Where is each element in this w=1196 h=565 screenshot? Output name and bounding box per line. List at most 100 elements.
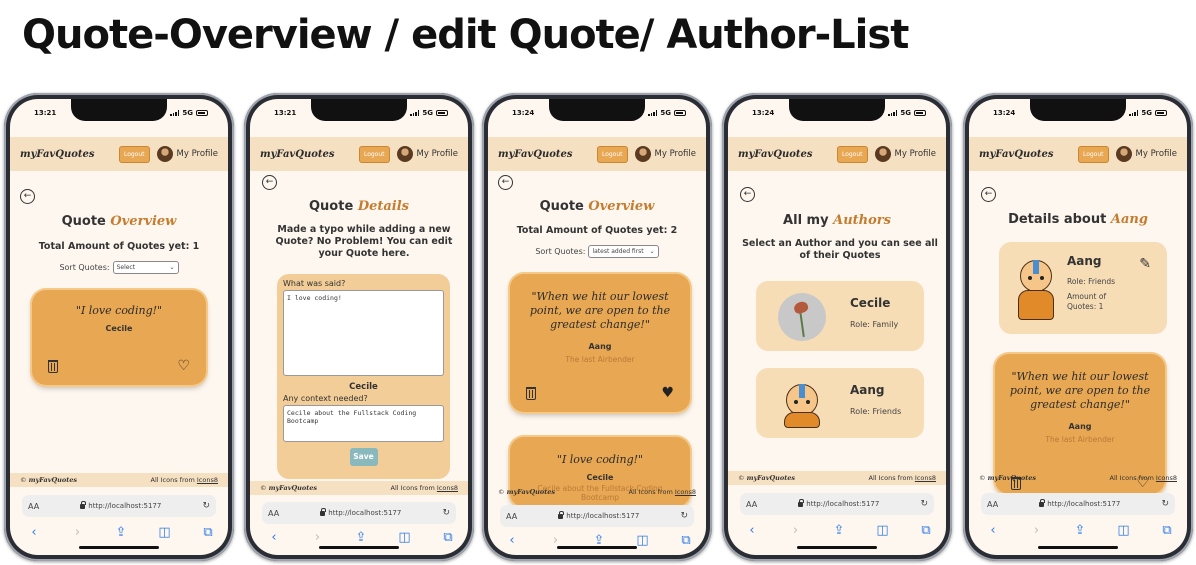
heart-filled-icon[interactable]: ♥	[661, 386, 674, 400]
quote-card[interactable]: "I love coding!" Cecile ♡	[32, 290, 206, 385]
home-indicator[interactable]	[797, 546, 877, 549]
pencil-edit-icon[interactable]: ✎	[1139, 256, 1151, 272]
battery-icon	[196, 110, 208, 116]
icons8-link[interactable]: Icons8	[197, 476, 218, 484]
share-icon[interactable]: ⇪	[831, 523, 847, 538]
trash-icon[interactable]	[526, 387, 536, 400]
avatar[interactable]	[874, 146, 891, 162]
quote-card[interactable]: "When we hit our lowest point, we are op…	[510, 274, 690, 412]
author-role: Role: Friends	[1067, 277, 1116, 286]
text-size-button[interactable]: AA	[28, 502, 39, 511]
logout-button[interactable]: Logout	[836, 145, 868, 163]
quote-text: "When we hit our lowest point, we are op…	[1009, 370, 1151, 411]
reload-icon[interactable]: ↻	[920, 499, 928, 509]
back-arrow-icon[interactable]: ←	[20, 189, 35, 204]
save-button[interactable]: Save	[349, 448, 378, 466]
browser-url-bar[interactable]: AA http://localhost:5177 ↻	[22, 495, 216, 517]
back-arrow-icon[interactable]: ←	[740, 187, 755, 202]
back-icon[interactable]: ‹	[744, 523, 760, 538]
home-indicator[interactable]	[319, 546, 399, 549]
icons8-link[interactable]: Icons8	[437, 484, 458, 492]
avatar[interactable]	[396, 146, 413, 162]
share-icon[interactable]: ⇪	[353, 530, 369, 545]
logo[interactable]: myFavQuotes	[979, 149, 1054, 160]
logo[interactable]: myFavQuotes	[498, 149, 573, 160]
reload-icon[interactable]: ↻	[680, 511, 688, 521]
browser-toolbar: ‹ › ⇪ ◫ ⧉	[26, 525, 216, 540]
quote-author: Aang	[1068, 422, 1092, 431]
footer: © myFavQuotes All Icons from Icons8	[10, 473, 228, 487]
back-icon[interactable]: ‹	[504, 533, 520, 548]
reload-icon[interactable]: ↻	[442, 508, 450, 518]
my-profile-link[interactable]: My Profile	[177, 149, 219, 159]
back-icon[interactable]: ‹	[26, 525, 42, 540]
lock-icon	[558, 510, 564, 519]
icons8-link[interactable]: Icons8	[915, 474, 936, 482]
text-size-button[interactable]: AA	[506, 512, 517, 521]
avatar[interactable]	[1115, 146, 1132, 162]
my-profile-link[interactable]: My Profile	[895, 149, 937, 159]
avatar[interactable]	[634, 146, 651, 162]
text-size-button[interactable]: AA	[746, 500, 757, 509]
tabs-icon[interactable]: ⧉	[1159, 523, 1175, 538]
bookmarks-icon[interactable]: ◫	[397, 530, 413, 545]
text-size-button[interactable]: AA	[987, 500, 998, 509]
sort-select[interactable]: latest added first ⌄	[588, 245, 659, 258]
back-arrow-icon[interactable]: ←	[981, 187, 996, 202]
share-icon[interactable]: ⇪	[1072, 523, 1088, 538]
forward-icon[interactable]: ›	[788, 523, 804, 538]
tabs-icon[interactable]: ⧉	[440, 530, 456, 545]
share-icon[interactable]: ⇪	[113, 525, 129, 540]
logo[interactable]: myFavQuotes	[260, 149, 335, 160]
back-icon[interactable]: ‹	[266, 530, 282, 545]
forward-icon[interactable]: ›	[310, 530, 326, 545]
my-profile-link[interactable]: My Profile	[655, 149, 697, 159]
home-indicator[interactable]	[1038, 546, 1118, 549]
logo[interactable]: myFavQuotes	[20, 149, 95, 160]
quote-textarea[interactable]: I love coding!	[283, 290, 444, 376]
icons8-link[interactable]: Icons8	[675, 488, 696, 496]
logout-button[interactable]: Logout	[596, 145, 628, 163]
phone-screen: 13:24 5G myFavQuotes Logout My Profile ←…	[969, 99, 1187, 555]
back-arrow-icon[interactable]: ←	[262, 175, 277, 190]
tabs-icon[interactable]: ⧉	[200, 525, 216, 540]
avatar[interactable]	[156, 146, 173, 162]
text-size-button[interactable]: AA	[268, 509, 279, 518]
back-arrow-icon[interactable]: ←	[498, 175, 513, 190]
browser-url-bar[interactable]: AA http://localhost:5177 ↻	[740, 493, 934, 515]
home-indicator[interactable]	[79, 546, 159, 549]
browser-url-bar[interactable]: AA http://localhost:5177 ↻	[981, 493, 1175, 515]
home-indicator[interactable]	[557, 546, 637, 549]
back-icon[interactable]: ‹	[985, 523, 1001, 538]
forward-icon[interactable]: ›	[70, 525, 86, 540]
footer-credit: All Icons from	[390, 484, 435, 492]
bookmarks-icon[interactable]: ◫	[875, 523, 891, 538]
icons8-link[interactable]: Icons8	[1156, 474, 1177, 482]
footer: © myFavQuotes All Icons from Icons8	[488, 485, 706, 499]
browser-url-bar[interactable]: AA http://localhost:5177 ↻	[262, 502, 456, 524]
quote-text: "When we hit our lowest point, we are op…	[529, 290, 671, 331]
trash-icon[interactable]	[48, 360, 58, 373]
logout-button[interactable]: Logout	[118, 145, 150, 163]
heart-outline-icon[interactable]: ♡	[177, 359, 190, 373]
author-card-aang[interactable]: Aang Role: Friends	[756, 368, 924, 438]
my-profile-link[interactable]: My Profile	[417, 149, 459, 159]
context-textarea[interactable]: Cecile about the Fullstack Coding Bootca…	[283, 405, 444, 442]
my-profile-link[interactable]: My Profile	[1136, 149, 1178, 159]
bookmarks-icon[interactable]: ◫	[1116, 523, 1132, 538]
logo[interactable]: myFavQuotes	[738, 149, 813, 160]
forward-icon[interactable]: ›	[1029, 523, 1045, 538]
author-card-cecile[interactable]: Cecile Role: Family	[756, 281, 924, 351]
reload-icon[interactable]: ↻	[1161, 499, 1169, 509]
browser-url-bar[interactable]: AA http://localhost:5177 ↻	[500, 505, 694, 527]
logout-button[interactable]: Logout	[358, 145, 390, 163]
author-photo	[778, 293, 826, 341]
bookmarks-icon[interactable]: ◫	[635, 533, 651, 548]
navbar: myFavQuotes Logout My Profile	[10, 137, 228, 171]
bookmarks-icon[interactable]: ◫	[157, 525, 173, 540]
logout-button[interactable]: Logout	[1077, 145, 1109, 163]
reload-icon[interactable]: ↻	[202, 501, 210, 511]
tabs-icon[interactable]: ⧉	[918, 523, 934, 538]
tabs-icon[interactable]: ⧉	[678, 533, 694, 548]
sort-select[interactable]: Select ⌄	[112, 261, 179, 274]
